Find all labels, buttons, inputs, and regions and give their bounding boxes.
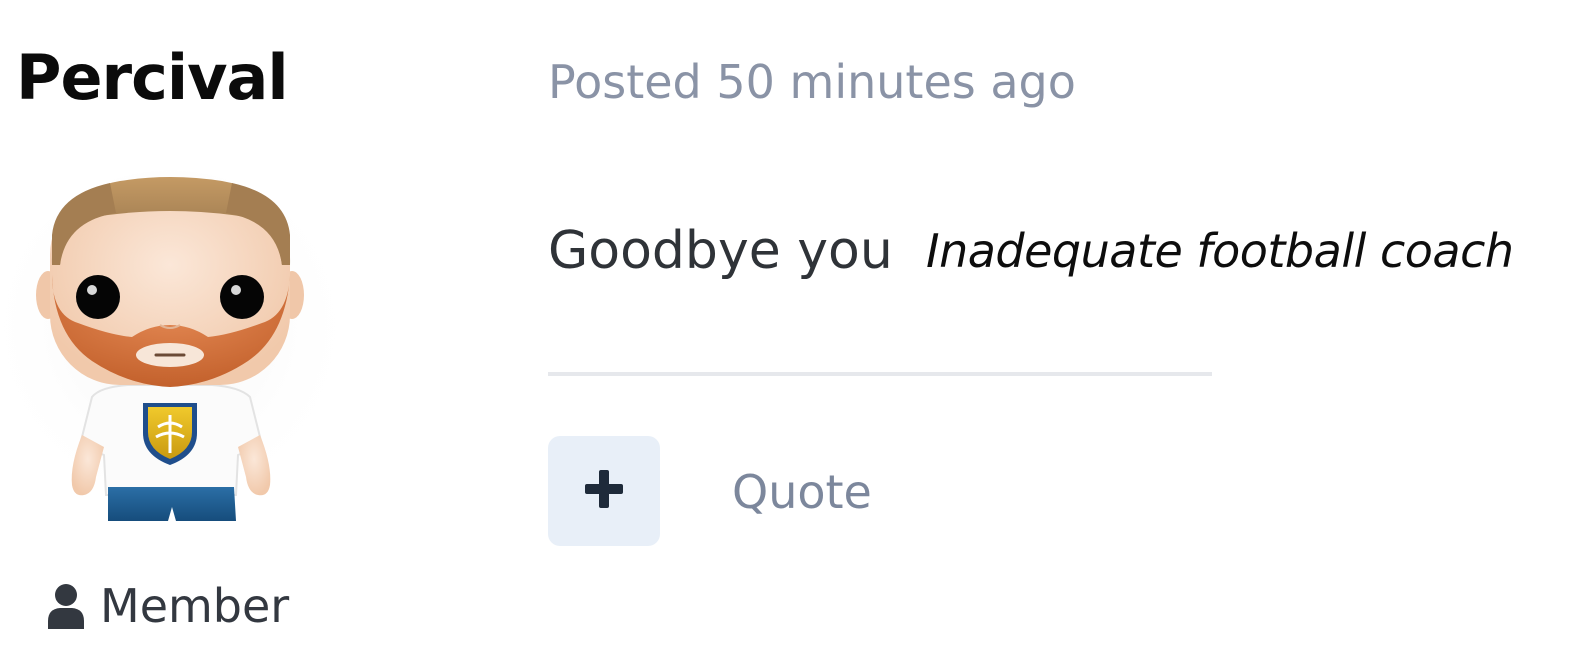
author-name[interactable]: Percival (16, 38, 289, 118)
avatar-figure-icon (0, 170, 345, 521)
avatar[interactable] (0, 165, 345, 530)
plus-icon (583, 468, 625, 514)
react-button[interactable] (548, 436, 660, 546)
post-content: Goodbye you (548, 221, 893, 281)
member-role-label: Member (100, 579, 290, 633)
post-divider (548, 372, 1212, 376)
member-role: Member (46, 576, 289, 636)
user-icon (46, 583, 86, 629)
quote-button[interactable]: Quote (732, 462, 872, 522)
post-timestamp[interactable]: Posted 50 minutes ago (548, 52, 1076, 112)
author-signature: Inadequate football coach (926, 224, 1514, 278)
